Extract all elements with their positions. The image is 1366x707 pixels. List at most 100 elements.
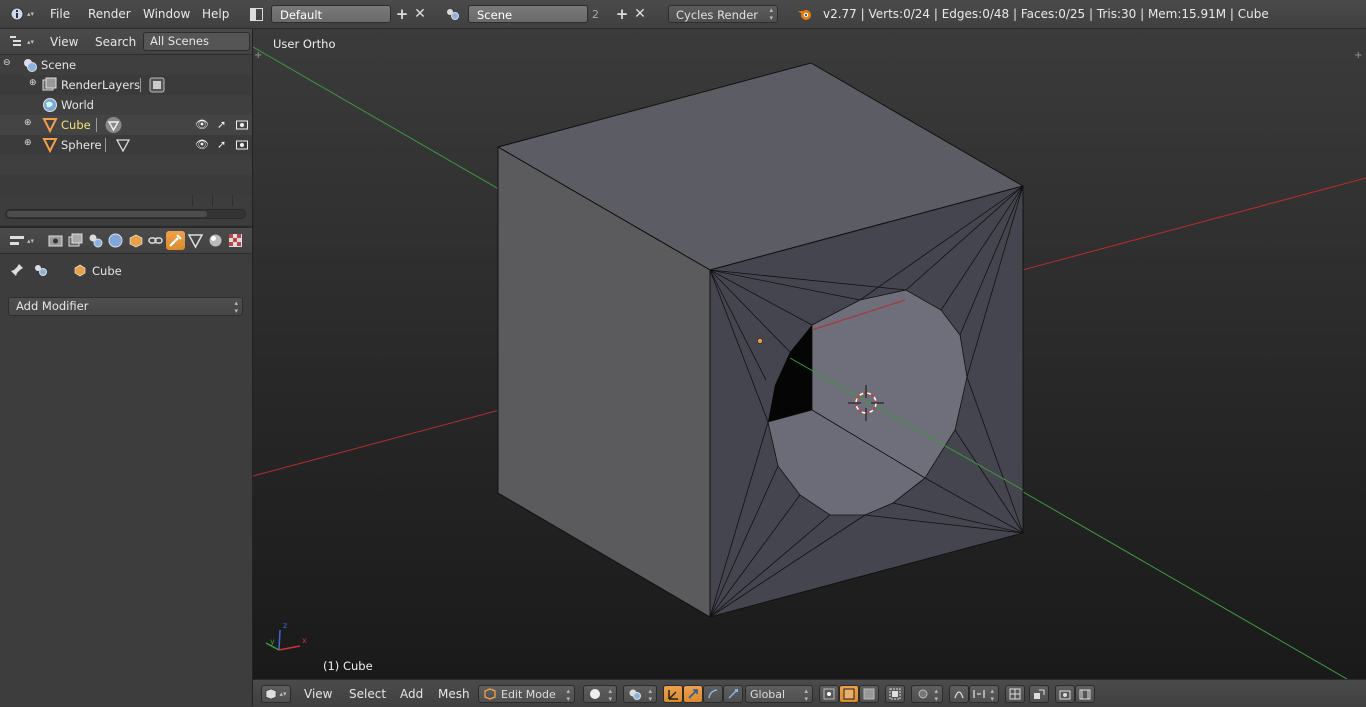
proportional-editing-select[interactable]: ▴ ▾ (911, 685, 943, 703)
menu-view[interactable]: View (304, 687, 332, 701)
menu-help[interactable]: Help (202, 7, 229, 21)
menu-select[interactable]: Select (349, 687, 386, 701)
outliner-editor-type-icon[interactable]: ▴▾ (8, 33, 36, 50)
menu-mesh[interactable]: Mesh (438, 687, 470, 701)
separator (105, 138, 106, 152)
close-scene-icon[interactable]: ✕ (632, 5, 648, 23)
screen-layout-icon[interactable] (243, 5, 269, 23)
properties-context-tabs (46, 231, 252, 250)
scene-icon (24, 59, 37, 72)
mesh-data-context-icon[interactable] (186, 231, 205, 250)
separator (140, 78, 141, 92)
rotate-manipulator-icon[interactable] (703, 685, 723, 703)
render-context-icon[interactable] (46, 231, 65, 250)
snap-target-icon[interactable] (1005, 685, 1025, 703)
properties-editor-type-icon[interactable]: ▴▾ (8, 232, 36, 249)
layout-name-field[interactable]: Default (271, 5, 391, 23)
visibility-eye-icon[interactable]: 👁 (195, 118, 209, 131)
add-layout-icon[interactable]: + (394, 5, 410, 23)
outliner-item-label: Scene (41, 58, 77, 72)
viewport-editor-type-icon[interactable]: ▴▾ (261, 685, 291, 703)
render-layers-context-icon[interactable] (66, 231, 85, 250)
properties-shelf-expand-icon[interactable]: + (1354, 51, 1364, 61)
modifiers-context-icon[interactable] (166, 231, 185, 250)
scene-context-icon[interactable] (86, 231, 105, 250)
orientation-label: Global (750, 687, 786, 701)
expand-icon[interactable]: ⊕ (29, 78, 37, 88)
scale-manipulator-icon[interactable] (723, 685, 743, 703)
properties-header: ▴▾ (0, 228, 252, 254)
pivot-point-select[interactable]: ▴ ▾ (623, 685, 657, 703)
outliner-item-label: Cube (61, 118, 91, 132)
render-engine-select[interactable]: Cycles Render ▴ ▾ (668, 5, 778, 23)
add-scene-icon[interactable]: + (614, 5, 630, 23)
gizmo-x-label: x (302, 636, 307, 645)
3d-viewport[interactable]: User Ortho (1) Cube x y z + + (253, 29, 1366, 679)
interaction-mode-select[interactable]: Edit Mode ▴ ▾ (478, 685, 575, 703)
outliner-row-cube[interactable]: ⊕ Cube 👁 ➚ (0, 115, 252, 135)
collapse-icon[interactable]: ⊖ (3, 58, 11, 68)
close-layout-icon[interactable]: ✕ (412, 5, 428, 23)
outliner-display-mode-select[interactable]: All Scenes (143, 32, 250, 51)
expand-icon[interactable]: ⊕ (24, 118, 32, 128)
scene-icon[interactable] (440, 5, 466, 23)
outliner-row-world[interactable]: World (0, 95, 252, 115)
material-context-icon[interactable] (206, 231, 225, 250)
expand-icon[interactable]: ⊕ (24, 138, 32, 148)
outliner-row-scene[interactable]: ⊖ Scene (0, 55, 252, 75)
vertex-select-mode-icon[interactable] (819, 685, 839, 703)
renderable-camera-icon[interactable] (236, 119, 248, 130)
face-select-mode-icon[interactable] (859, 685, 879, 703)
scene-breadcrumb-icon (33, 263, 49, 280)
info-editor-type-icon[interactable]: ▴▾ (8, 5, 36, 23)
outliner-view-menu[interactable]: View (50, 35, 78, 49)
toolshelf-expand-icon[interactable]: + (254, 51, 264, 61)
outliner-row-sphere[interactable]: ⊕ Sphere 👁 ➚ (0, 135, 252, 155)
outliner-item-label: World (61, 98, 94, 112)
outliner-row-renderlayers[interactable]: ⊕ RenderLayers (0, 75, 252, 95)
menu-render[interactable]: Render (88, 7, 131, 21)
viewport-header: ▴▾ View Select Add Mesh Edit Mode ▴ ▾ ▴ ▾ … (253, 679, 1366, 707)
solid-shading-icon (590, 689, 600, 699)
menu-add[interactable]: Add (400, 687, 423, 701)
falloff-icon[interactable] (949, 685, 969, 703)
dropdown-arrows-icon: ▴ ▾ (234, 299, 238, 315)
separator (96, 118, 97, 132)
viewport-scene-render (253, 46, 1366, 679)
opengl-render-icon[interactable] (1055, 685, 1075, 703)
outliner-horizontal-scrollbar[interactable] (5, 209, 246, 219)
scene-users-count: 2 (592, 8, 599, 21)
limit-selection-visible-icon[interactable] (885, 685, 905, 703)
world-context-icon[interactable] (106, 231, 125, 250)
constraints-context-icon[interactable] (146, 231, 165, 250)
snap-rotate-icon[interactable] (1029, 685, 1049, 703)
edge-select-mode-icon[interactable] (839, 685, 859, 703)
visibility-eye-icon[interactable]: 👁 (195, 138, 209, 151)
pin-icon[interactable] (10, 263, 24, 280)
object-context-icon[interactable] (126, 231, 145, 250)
viewport-shading-select[interactable]: ▴ ▾ (583, 685, 617, 703)
opengl-render-animation-icon[interactable] (1075, 685, 1095, 703)
mesh-data-icon (105, 117, 122, 133)
texture-context-icon[interactable] (226, 231, 245, 250)
snap-element-select[interactable]: ▴ ▾ (969, 685, 999, 703)
transform-orientation-select[interactable]: Global ▴ ▾ (745, 685, 813, 703)
selectable-cursor-icon[interactable]: ➚ (217, 118, 226, 131)
blender-logo-icon (795, 5, 815, 23)
selectable-cursor-icon[interactable]: ➚ (217, 138, 226, 151)
outliner-search-menu[interactable]: Search (95, 35, 136, 49)
translate-manipulator-icon[interactable] (683, 685, 703, 703)
display-mode-label: All Scenes (150, 34, 209, 48)
scrollbar-thumb[interactable] (7, 211, 207, 217)
manipulator-toggle-icon[interactable] (663, 685, 683, 703)
mesh-object-icon (42, 118, 58, 133)
menu-window[interactable]: Window (143, 7, 190, 21)
render-layer-icon (149, 77, 165, 93)
renderable-camera-icon[interactable] (236, 139, 248, 150)
outliner-item-label: RenderLayers (61, 78, 140, 92)
menu-file[interactable]: File (50, 7, 70, 21)
scene-name-field[interactable]: Scene (468, 5, 588, 23)
outliner-empty-row (0, 155, 252, 175)
add-modifier-dropdown[interactable]: Add Modifier ▴ ▾ (8, 297, 243, 316)
info-header: ▴▾ File Render Window Help Default + ✕ S… (0, 0, 1366, 29)
